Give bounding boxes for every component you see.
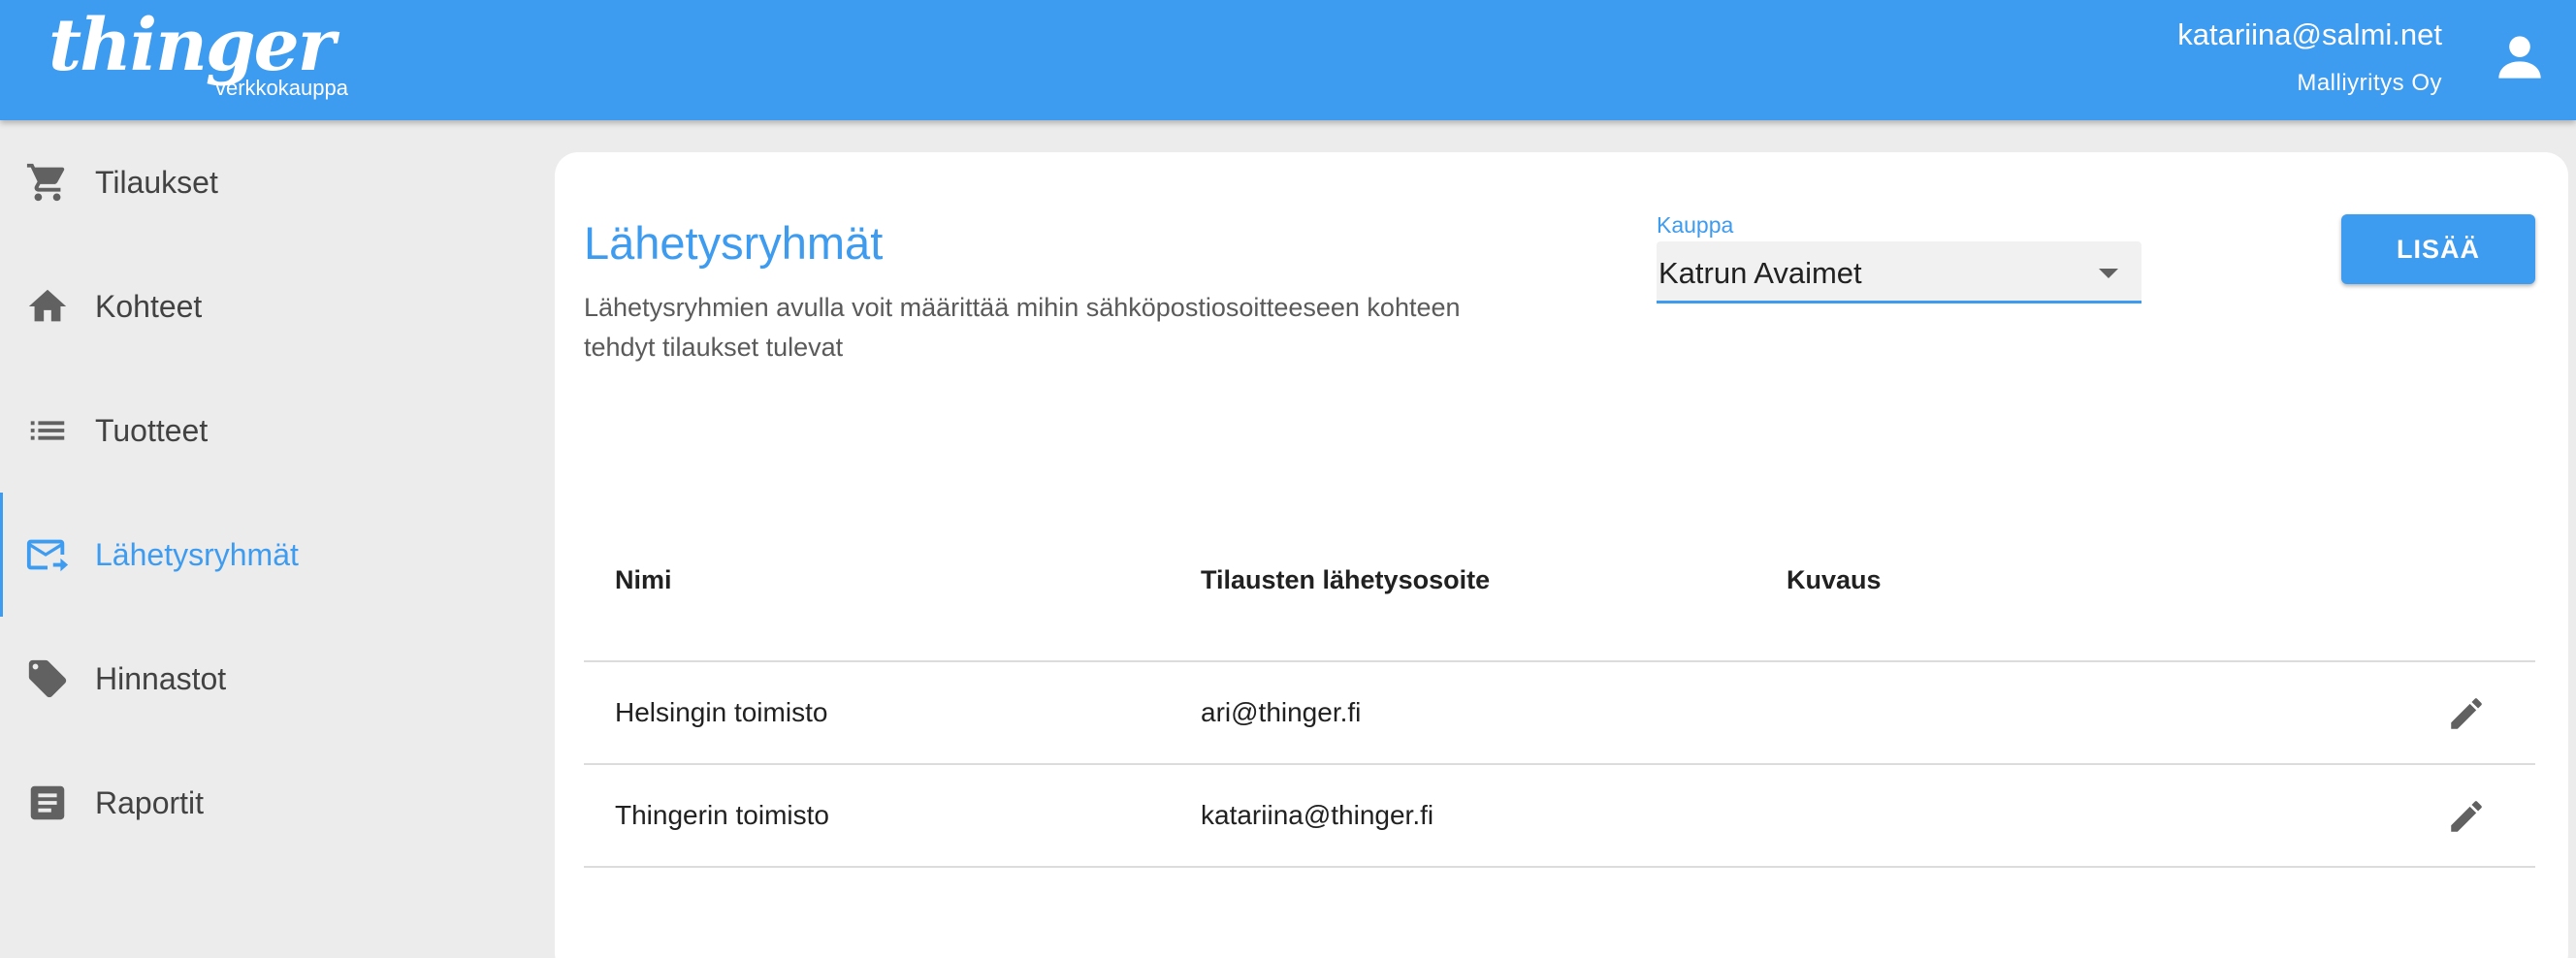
sidebar-item-label: Kohteet [95, 288, 203, 324]
add-button[interactable]: LISÄÄ [2341, 214, 2535, 284]
column-header-email[interactable]: Tilausten lähetysosoite [1201, 565, 1490, 595]
logo-subtitle: verkkokauppa [215, 76, 348, 100]
report-icon [30, 785, 65, 820]
sidebar-item-tuotteet[interactable]: Tuotteet [0, 368, 553, 493]
sidebar-item-kohteet[interactable]: Kohteet [0, 244, 553, 368]
sidebar-item-label: Lähetysryhmät [95, 536, 299, 572]
row-name: Helsingin toimisto [615, 697, 828, 727]
tag-icon [28, 659, 67, 698]
edit-icon[interactable] [2446, 796, 2487, 837]
sidebar-item-label: Hinnastot [95, 660, 227, 696]
column-header-name[interactable]: Nimi [615, 565, 672, 595]
list-icon [30, 421, 65, 440]
account-icon[interactable] [2495, 31, 2545, 83]
store-select-field[interactable]: Katrun Avaimet [1657, 241, 2141, 303]
thinger-logo[interactable]: thinger verkkokauppa [48, 4, 369, 107]
table-row[interactable]: Helsingin toimisto ari@thinger.fi [584, 662, 2535, 765]
row-email: ari@thinger.fi [1201, 697, 1362, 727]
sidebar-nav: Tilaukset Kohteet Tuotteet Lähetysryhmät… [0, 120, 553, 958]
sidebar-item-tilaukset[interactable]: Tilaukset [0, 120, 553, 244]
sidebar-item-lahetysryhmat[interactable]: Lähetysryhmät [0, 493, 553, 617]
sidebar-item-hinnastot[interactable]: Hinnastot [0, 617, 553, 741]
email-send-icon [26, 539, 69, 572]
home-icon [28, 289, 67, 322]
dropdown-arrow-icon[interactable] [2099, 269, 2118, 278]
sidebar-item-label: Tuotteet [95, 412, 209, 448]
store-select-value: Katrun Avaimet [1658, 256, 1862, 290]
sidebar-item-label: Tilaukset [95, 164, 218, 200]
row-name: Thingerin toimisto [615, 800, 829, 830]
table-row[interactable]: Thingerin toimisto katariina@thinger.fi [584, 765, 2535, 868]
cart-icon [26, 163, 65, 202]
column-header-description[interactable]: Kuvaus [1787, 565, 1882, 595]
sidebar-item-label: Raportit [95, 784, 205, 820]
page-title: Lähetysryhmät [584, 217, 884, 269]
page-description: Lähetysryhmien avulla voit määrittää mih… [584, 293, 1461, 362]
top-app-bar: thinger verkkokauppa katariina@salmi.net… [0, 0, 2576, 120]
edit-icon[interactable] [2446, 693, 2487, 734]
sidebar-item-raportit[interactable]: Raportit [0, 741, 553, 865]
row-email: katariina@thinger.fi [1201, 800, 1434, 830]
table-header: Nimi Tilausten lähetysosoite Kuvaus [584, 523, 2535, 662]
store-select[interactable]: Kauppa Katrun Avaimet [1657, 212, 2141, 309]
store-select-label: Kauppa [1657, 212, 1734, 238]
user-company: Malliyritys Oy [2297, 70, 2442, 96]
main-card: Lähetysryhmät Lähetysryhmien avulla voit… [555, 152, 2568, 958]
user-email: katariina@salmi.net [2177, 17, 2442, 51]
